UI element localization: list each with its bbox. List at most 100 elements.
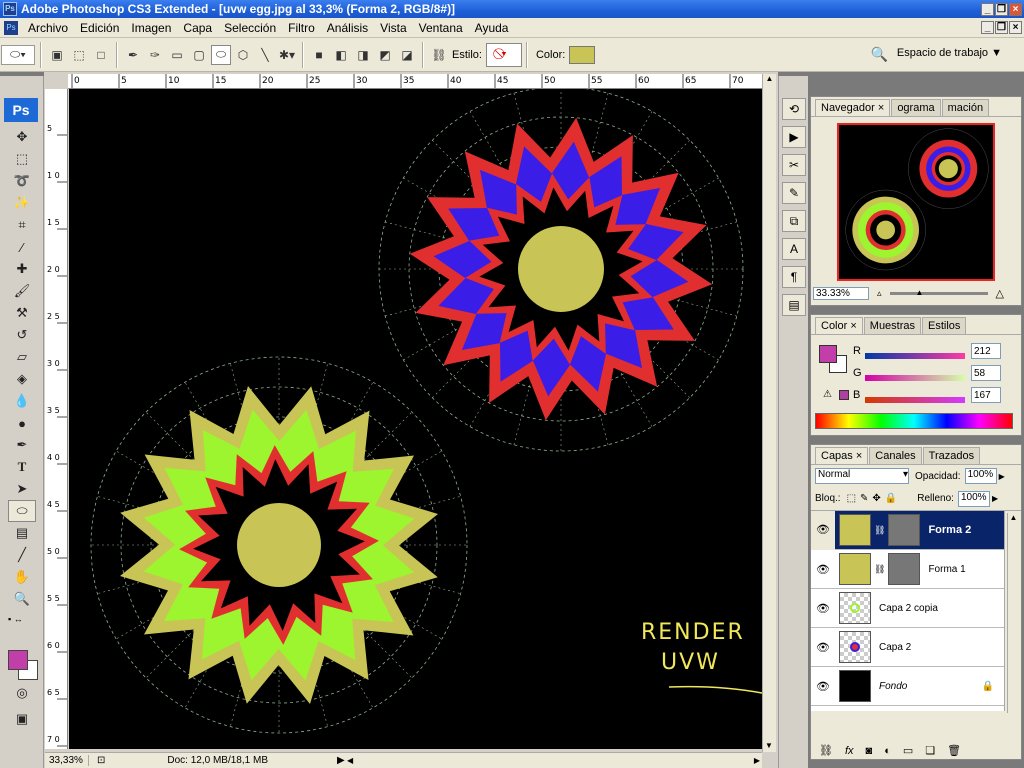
tab-histograma[interactable]: ograma <box>891 99 941 116</box>
layer-fondo[interactable]: 👁 Fondo 🔒 <box>811 667 1004 706</box>
gamut-swatch[interactable] <box>839 390 849 400</box>
tool-preset-ellipse-icon[interactable]: ⬭▾ <box>1 44 35 65</box>
history-icon[interactable]: ⟲ <box>782 98 806 120</box>
zoom-field[interactable]: 33,33% <box>45 755 89 766</box>
doc-restore-button[interactable]: ❐ <box>995 21 1008 34</box>
line-icon[interactable]: ╲ <box>255 45 275 65</box>
blend-mode-select[interactable]: Normal ▾ <box>815 468 909 484</box>
doc-minimize-button[interactable]: _ <box>981 21 994 34</box>
menu-vista[interactable]: Vista <box>374 21 412 35</box>
paragraph-icon[interactable]: ¶ <box>782 266 806 288</box>
adjustment-layer-icon[interactable]: ◐ <box>884 745 891 757</box>
b-slider[interactable] <box>865 397 965 403</box>
notes-tool-icon[interactable]: ▤ <box>2 522 42 544</box>
healing-brush-icon[interactable]: ✚ <box>2 258 42 280</box>
add-mask-icon[interactable]: ◙ <box>866 745 873 757</box>
zoom-tool-icon[interactable]: 🔍 <box>2 588 42 610</box>
canvas[interactable]: RENDER UVW <box>69 89 762 749</box>
color-swatch[interactable] <box>569 45 596 64</box>
g-slider[interactable] <box>865 375 965 381</box>
tab-capas[interactable]: Capas × <box>815 447 869 464</box>
navigator-zoom[interactable]: 33.33% <box>813 287 869 300</box>
lock-position-icon[interactable]: ✥ <box>872 493 880 504</box>
visibility-eye-icon[interactable]: 👁 <box>811 563 835 576</box>
style-picker[interactable]: ⃠▾ <box>485 42 522 67</box>
layer-comps-icon[interactable]: ▤ <box>782 294 806 316</box>
polygon-icon[interactable]: ⬡ <box>233 45 253 65</box>
layer-capa-2-copia[interactable]: 👁 Capa 2 copia <box>811 589 1004 628</box>
link-icon[interactable]: ⛓ <box>429 45 449 65</box>
navigator-preview[interactable] <box>837 123 995 281</box>
quick-mask-icon[interactable]: ◎ <box>2 682 42 704</box>
status-arrow-icon[interactable]: ▶ <box>337 755 345 766</box>
add-shape-icon[interactable]: ◧ <box>331 45 351 65</box>
tab-navegador[interactable]: Navegador × <box>815 99 891 116</box>
menu-seleccion[interactable]: Selección <box>218 21 282 35</box>
history-brush-icon[interactable]: ↺ <box>2 324 42 346</box>
zoom-slider[interactable]: ▲ <box>889 288 988 297</box>
clone-stamp-icon[interactable]: ⚒ <box>2 302 42 324</box>
zoom-out-icon[interactable]: ▵ <box>877 288 882 299</box>
intersect-shape-icon[interactable]: ◩ <box>375 45 395 65</box>
zoom-in-icon[interactable]: △ <box>996 287 1004 300</box>
opacity-field[interactable]: 100% <box>964 468 997 484</box>
ellipse-tool-icon[interactable]: ⬭ <box>8 500 36 522</box>
tab-trazados[interactable]: Trazados <box>922 447 981 464</box>
menu-imagen[interactable]: Imagen <box>125 21 177 35</box>
freeform-pen-icon[interactable]: ✑ <box>145 45 165 65</box>
tab-canales[interactable]: Canales <box>869 447 922 464</box>
magic-wand-icon[interactable]: ✨ <box>2 192 42 214</box>
r-input[interactable] <box>971 343 1001 359</box>
hscroll-right-icon[interactable]: ▶ <box>754 756 760 765</box>
lock-pixels-icon[interactable]: ✎ <box>860 493 868 504</box>
gamut-warning-icon[interactable]: ⚠ <box>823 389 832 400</box>
restore-button[interactable]: ❐ <box>995 2 1008 16</box>
status-icon[interactable]: ⊡ <box>97 755 105 766</box>
menu-archivo[interactable]: Archivo <box>22 21 74 35</box>
move-tool-icon[interactable]: ✥ <box>2 126 42 148</box>
blur-tool-icon[interactable]: 💧 <box>2 390 42 412</box>
spectrum-bar[interactable] <box>815 413 1013 429</box>
lasso-tool-icon[interactable]: ➰ <box>2 170 42 192</box>
tab-informacion[interactable]: mación <box>941 99 990 116</box>
close-button[interactable]: × <box>1009 2 1022 16</box>
foreground-color[interactable] <box>8 650 28 670</box>
visibility-eye-icon[interactable]: 👁 <box>811 510 835 550</box>
mask-link-icon[interactable]: ⛓ <box>874 564 885 575</box>
paint-bucket-icon[interactable]: ◈ <box>2 368 42 390</box>
workspace-dropdown[interactable]: Espacio de trabajo ▼ <box>897 47 1002 59</box>
menu-capa[interactable]: Capa <box>177 21 218 35</box>
pen-icon[interactable]: ✒ <box>123 45 143 65</box>
minimize-button[interactable]: _ <box>981 2 994 16</box>
menu-filtro[interactable]: Filtro <box>282 21 321 35</box>
character-icon[interactable]: A <box>782 238 806 260</box>
eraser-tool-icon[interactable]: ▱ <box>2 346 42 368</box>
g-input[interactable] <box>971 365 1001 381</box>
b-input[interactable] <box>971 387 1001 403</box>
delete-layer-icon[interactable]: 🗑 <box>947 744 961 757</box>
fg-color-swatch[interactable] <box>819 345 837 363</box>
menu-ventana[interactable]: Ventana <box>413 21 469 35</box>
bridge-icon[interactable]: 🔍 <box>871 46 888 63</box>
layer-capa-2[interactable]: 👁 Capa 2 <box>811 628 1004 667</box>
opacity-arrow-icon[interactable]: ▶ <box>999 472 1005 481</box>
eyedropper-2-icon[interactable]: ╱ <box>2 544 42 566</box>
rounded-rectangle-icon[interactable]: ▢ <box>189 45 209 65</box>
visibility-eye-icon[interactable]: 👁 <box>811 602 835 615</box>
path-selection-icon[interactable]: ➤ <box>2 478 42 500</box>
fill-pixels-icon[interactable]: □ <box>91 45 111 65</box>
fill-field[interactable]: 100% <box>957 490 990 507</box>
link-layers-icon[interactable]: ⛓ <box>819 744 833 757</box>
pen-tool-icon[interactable]: ✒ <box>2 434 42 456</box>
shape-layers-icon[interactable]: ▣ <box>47 45 67 65</box>
hscroll-left-icon[interactable]: ◀ <box>347 756 353 765</box>
new-shape-layer-icon[interactable]: ■ <box>309 45 329 65</box>
vertical-scrollbar[interactable]: ▲ ▼ <box>762 74 776 752</box>
doc-close-button[interactable]: × <box>1009 21 1022 34</box>
tab-estilos[interactable]: Estilos <box>922 317 967 334</box>
crop-tool-icon[interactable]: ⌗ <box>2 214 42 236</box>
brush-tool-icon[interactable]: 🖌 <box>2 280 42 302</box>
eyedropper-tool-icon[interactable]: ⁄ <box>2 236 42 258</box>
tab-muestras[interactable]: Muestras <box>863 317 922 334</box>
document-icon[interactable]: Ps <box>4 20 18 35</box>
